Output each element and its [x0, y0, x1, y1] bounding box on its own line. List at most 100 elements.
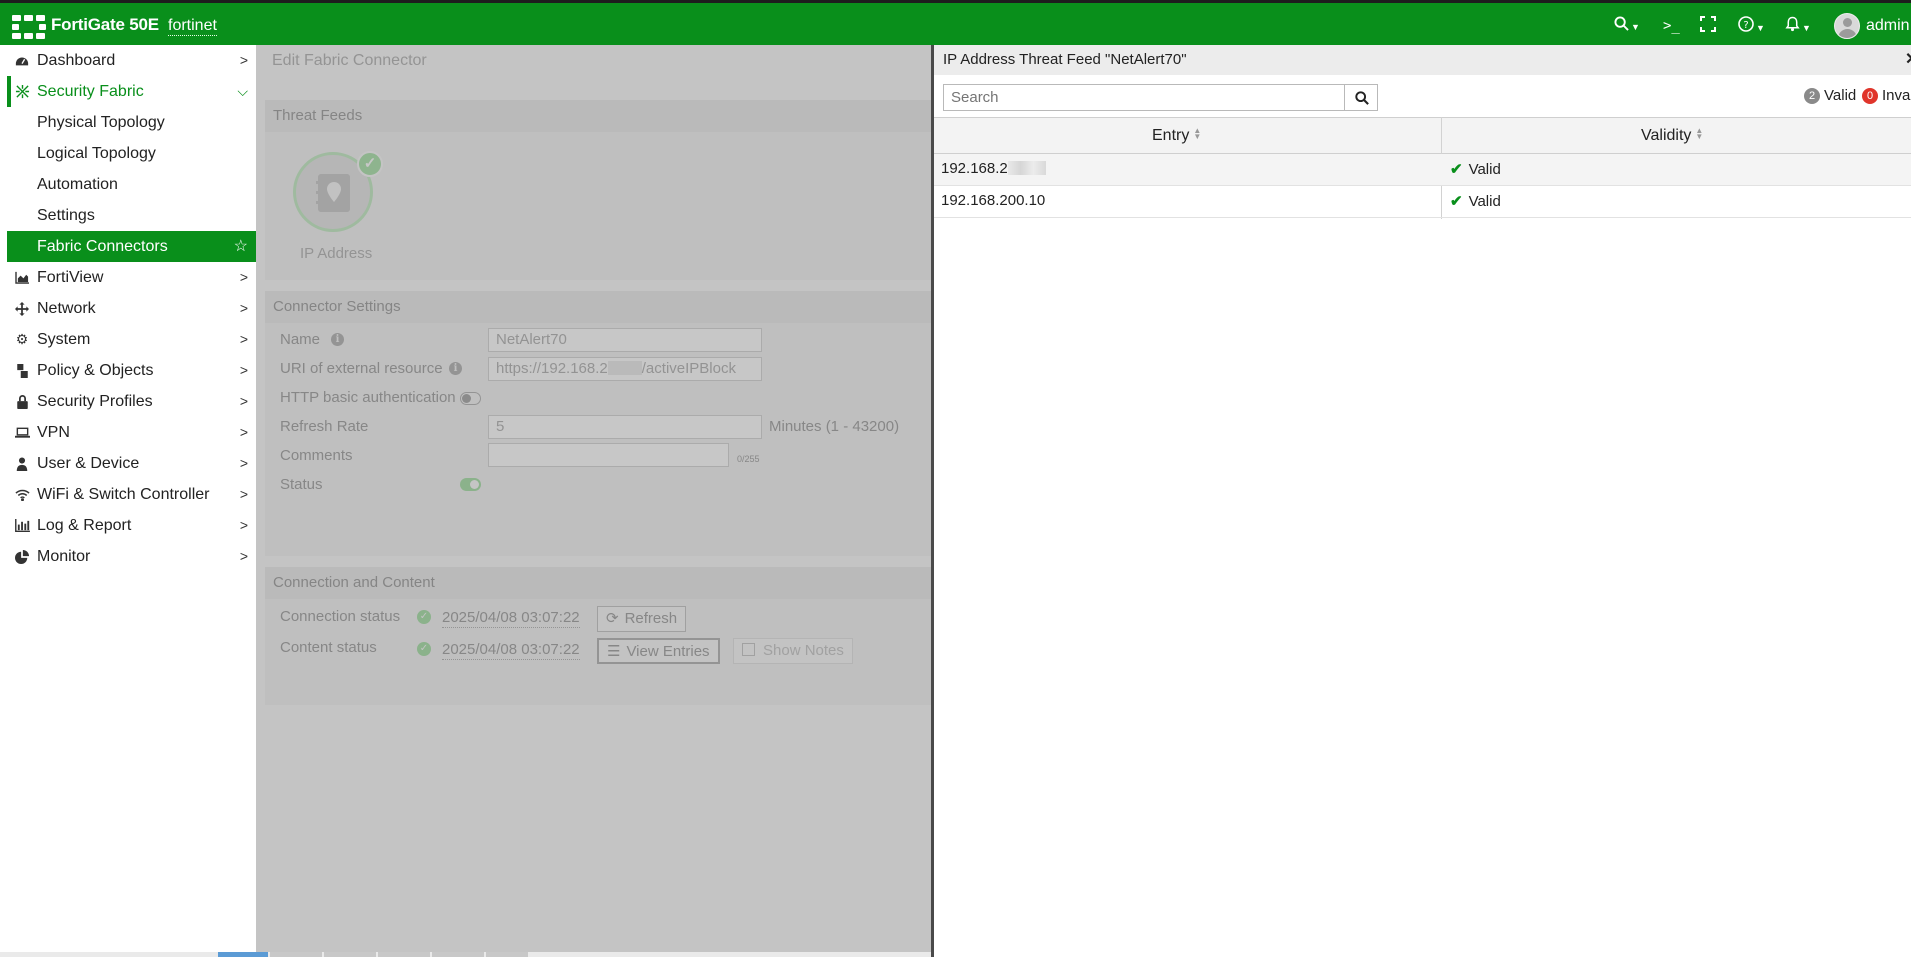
- help-menu-button[interactable]: ? ▼: [1738, 16, 1765, 38]
- column-header-label: Entry: [1152, 127, 1190, 144]
- invalid-count-label: Invalid: [1882, 87, 1911, 104]
- panel-title: IP Address Threat Feed "NetAlert70": [943, 51, 1187, 68]
- sidebar-item-fortiview[interactable]: FortiView >: [7, 262, 256, 293]
- sidebar-item-settings[interactable]: Settings: [7, 200, 256, 231]
- sidebar-item-policy-objects[interactable]: Policy & Objects >: [7, 355, 256, 386]
- entry-value: 192.168.2: [941, 160, 1008, 177]
- sidebar-item-monitor[interactable]: Monitor >: [7, 541, 256, 572]
- sidebar-item-wifi-switch[interactable]: WiFi & Switch Controller >: [7, 479, 256, 510]
- sidebar-item-automation[interactable]: Automation: [7, 169, 256, 200]
- sidebar-item-user-device[interactable]: User & Device >: [7, 448, 256, 479]
- user-icon: [14, 456, 30, 471]
- sidebar-item-label: VPN: [37, 423, 70, 441]
- sidebar-item-physical-topology[interactable]: Physical Topology: [7, 107, 256, 138]
- check-icon: ✔: [1450, 193, 1463, 210]
- search-button[interactable]: [1344, 84, 1378, 111]
- invalid-count-badge: 0: [1862, 88, 1878, 104]
- chevron-right-icon: >: [239, 424, 248, 440]
- search-input[interactable]: [943, 84, 1345, 111]
- sidebar-item-logical-topology[interactable]: Logical Topology: [7, 138, 256, 169]
- search-menu-button[interactable]: ▼: [1614, 16, 1640, 37]
- sidebar-item-dashboard[interactable]: Dashboard >: [7, 45, 256, 76]
- sidebar-item-security-profiles[interactable]: Security Profiles >: [7, 386, 256, 417]
- sidebar-item-label: Automation: [37, 175, 118, 193]
- table-row[interactable]: 192.168.2 ✔ Valid: [934, 154, 1911, 186]
- hostname-link[interactable]: fortinet: [168, 16, 217, 36]
- top-bar: FortiGate 50E fortinet ▼ >_ ? ▼ ▼ admin: [0, 0, 1911, 45]
- sidebar-item-vpn[interactable]: VPN >: [7, 417, 256, 448]
- lock-icon: [14, 394, 30, 409]
- scroll-tab: [486, 952, 528, 957]
- help-icon: ?: [1738, 16, 1754, 32]
- chevron-right-icon: >: [239, 331, 248, 347]
- sidebar-item-log-report[interactable]: Log & Report >: [7, 510, 256, 541]
- search-icon: [1355, 91, 1369, 105]
- sidebar-item-label: Log & Report: [37, 516, 132, 534]
- sidebar-item-label: Network: [37, 299, 96, 317]
- bell-icon: [1785, 16, 1800, 32]
- valid-count-label: Valid: [1824, 87, 1857, 104]
- sidebar-item-label: Settings: [37, 206, 95, 224]
- chevron-right-icon: >: [239, 517, 248, 533]
- table-header: Entry ▲ ▼ Validity ▲ ▼: [934, 117, 1911, 154]
- close-icon[interactable]: ✕: [1905, 49, 1911, 69]
- sort-icon: ▲ ▼: [1193, 126, 1202, 141]
- fortinet-logo-icon: [12, 15, 46, 39]
- device-name: FortiGate 50E: [51, 15, 159, 34]
- check-icon: ✔: [1450, 161, 1463, 178]
- avatar-icon[interactable]: [1834, 13, 1860, 39]
- sidebar-item-security-fabric[interactable]: Security Fabric ⌵: [7, 76, 256, 107]
- sidebar-item-label: Fabric Connectors: [37, 237, 168, 255]
- invalid-count-filter[interactable]: 0Invalid: [1862, 86, 1911, 106]
- sidebar-item-label: User & Device: [37, 454, 140, 472]
- chart-area-icon: [14, 271, 30, 284]
- terminal-icon: >_: [1663, 18, 1680, 34]
- validity-cell: ✔ Valid: [1450, 160, 1501, 178]
- chevron-right-icon: >: [239, 548, 248, 564]
- sidebar-item-label: WiFi & Switch Controller: [37, 485, 210, 503]
- wifi-icon: [14, 489, 30, 501]
- modal-backdrop[interactable]: [256, 45, 931, 957]
- column-header-validity[interactable]: Validity ▲ ▼: [1641, 127, 1703, 145]
- column-header-entry[interactable]: Entry ▲ ▼: [1152, 127, 1201, 145]
- user-menu[interactable]: admin: [1866, 17, 1910, 35]
- validity-value: Valid: [1468, 193, 1501, 210]
- sidebar-item-label: Physical Topology: [37, 113, 165, 131]
- sidebar-item-network[interactable]: Network >: [7, 293, 256, 324]
- sidebar-item-label: Logical Topology: [37, 144, 156, 162]
- sidebar-item-label: System: [37, 330, 91, 348]
- chevron-down-icon: ▼: [1802, 22, 1811, 33]
- sidebar-item-system[interactable]: ⚙ System >: [7, 324, 256, 355]
- policy-icon: [14, 363, 30, 378]
- fullscreen-button[interactable]: [1700, 16, 1716, 37]
- sidebar-item-label: FortiView: [37, 268, 104, 286]
- sidebar-item-label: Policy & Objects: [37, 361, 154, 379]
- favorite-star-icon[interactable]: ☆: [234, 236, 248, 256]
- chevron-right-icon: >: [239, 269, 248, 285]
- scroll-tab: [218, 952, 268, 957]
- redacted-block: [1007, 161, 1046, 175]
- sidebar: Dashboard > Security Fabric ⌵ Physical T…: [0, 45, 256, 957]
- sort-icon: ▲ ▼: [1695, 126, 1704, 141]
- column-header-label: Validity: [1641, 127, 1692, 144]
- chevron-down-icon: ⌵: [237, 83, 248, 99]
- chevron-right-icon: >: [239, 393, 248, 409]
- scroll-tab: [270, 952, 322, 957]
- chevron-down-icon: ▼: [1631, 21, 1640, 32]
- notifications-button[interactable]: ▼: [1785, 16, 1811, 38]
- network-icon: [14, 301, 30, 316]
- bar-chart-icon: [14, 519, 30, 532]
- search-icon: [1614, 16, 1629, 31]
- chevron-right-icon: >: [239, 486, 248, 502]
- table-row[interactable]: 192.168.200.10 ✔ Valid: [934, 186, 1911, 218]
- threat-feed-panel: IP Address Threat Feed "NetAlert70" ✕ 2V…: [931, 45, 1911, 957]
- sidebar-item-label: Monitor: [37, 547, 91, 565]
- sidebar-item-fabric-connectors[interactable]: Fabric Connectors ☆: [7, 231, 256, 262]
- valid-count-filter[interactable]: 2 Valid: [1804, 86, 1856, 106]
- fullscreen-icon: [1700, 16, 1716, 32]
- scroll-tab: [378, 952, 430, 957]
- panel-header: IP Address Threat Feed "NetAlert70" ✕: [934, 45, 1911, 75]
- chevron-down-icon: ▼: [1756, 22, 1765, 33]
- entry-cell: 192.168.2: [941, 160, 1046, 177]
- cli-console-button[interactable]: >_: [1663, 16, 1680, 36]
